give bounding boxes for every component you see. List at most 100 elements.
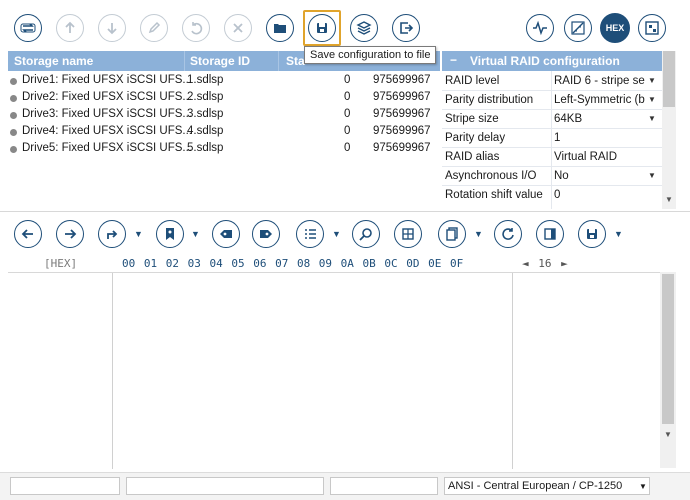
waveform-button[interactable]: [526, 14, 554, 42]
drive-id: 2.sdlsp: [187, 91, 224, 103]
save-tooltip: Save configuration to file: [304, 46, 437, 64]
switch-button[interactable]: [14, 14, 42, 42]
scroll-down-icon[interactable]: ▼: [664, 430, 672, 439]
copy-dropdown-icon[interactable]: ▼: [474, 229, 483, 239]
switch-icon: [20, 23, 36, 33]
save-dropdown-icon[interactable]: ▼: [614, 229, 623, 239]
scroll-down-icon[interactable]: ▼: [665, 195, 673, 204]
arrow-down-icon: [107, 23, 117, 35]
save-data-button[interactable]: [578, 220, 606, 248]
property-parity-delay[interactable]: Parity delay 1: [442, 129, 662, 148]
property-stripe-size[interactable]: Stripe size 64KB ▼: [442, 110, 662, 129]
save-configuration-button[interactable]: [308, 14, 336, 42]
drive-status-icon: [10, 112, 17, 119]
previous-tag-button[interactable]: [212, 220, 240, 248]
bookmark-icon: [166, 228, 174, 240]
property-raid-alias[interactable]: RAID alias Virtual RAID: [442, 148, 662, 167]
table-row[interactable]: Drive3: Fixed UFSX iSCSI UFS... 3.sdlsp …: [8, 107, 440, 124]
raid-config-scrollbar[interactable]: ▼: [662, 51, 676, 209]
go-to-dropdown-icon[interactable]: ▼: [134, 229, 143, 239]
chart-button[interactable]: [564, 14, 592, 42]
list-dropdown-icon[interactable]: ▼: [332, 229, 341, 239]
move-down-button[interactable]: [98, 14, 126, 42]
chart-icon: [571, 21, 585, 35]
property-rotation-shift-value[interactable]: Rotation shift value 0: [442, 186, 662, 205]
drive-status-icon: [10, 129, 17, 136]
split-view-button[interactable]: [536, 220, 564, 248]
hex-column-offsets: 00 01 02 03 04 05 06 07 08 09 0A 0B 0C 0…: [122, 257, 464, 270]
bookmark-button[interactable]: [156, 220, 184, 248]
go-to-button[interactable]: [98, 220, 126, 248]
column-start[interactable]: Sta: [286, 54, 305, 68]
increase-arrow-icon[interactable]: ►: [561, 257, 568, 270]
redirect-arrow-icon: [107, 230, 118, 239]
drive-name: Drive4: Fixed UFSX iSCSI UFS...: [22, 125, 192, 137]
offset-column-divider: [112, 273, 113, 469]
property-asynchronous-io[interactable]: Asynchronous I/O No ▼: [442, 167, 662, 186]
raid-configuration-panel: − Virtual RAID configuration RAID level …: [442, 51, 676, 209]
block-view-button[interactable]: [394, 220, 422, 248]
scrollbar-thumb[interactable]: [662, 274, 674, 424]
dropdown-arrow-icon[interactable]: ▼: [648, 171, 656, 180]
hex-scrollbar[interactable]: ▼: [660, 272, 676, 468]
close-icon: [233, 23, 243, 33]
edit-button[interactable]: [140, 14, 168, 42]
drive-name: Drive5: Fixed UFSX iSCSI UFS...: [22, 142, 192, 154]
move-up-button[interactable]: [56, 14, 84, 42]
raid-config-header: − Virtual RAID configuration: [442, 51, 662, 71]
table-row[interactable]: Drive4: Fixed UFSX iSCSI UFS... 4.sdlsp …: [8, 124, 440, 141]
bookmark-dropdown-icon[interactable]: ▼: [191, 229, 200, 239]
dropdown-arrow-icon[interactable]: ▼: [648, 114, 656, 123]
hex-icon: HEX: [605, 23, 625, 33]
find-button[interactable]: [352, 220, 380, 248]
export-button[interactable]: [392, 14, 420, 42]
layers-icon: [356, 21, 372, 35]
drive-status-icon: [10, 78, 17, 85]
block-grid-icon: [402, 228, 414, 240]
collapse-icon[interactable]: −: [450, 53, 457, 67]
table-row[interactable]: Drive2: Fixed UFSX iSCSI UFS... 2.sdlsp …: [8, 90, 440, 107]
back-button[interactable]: [14, 220, 42, 248]
decrease-arrow-icon[interactable]: ◄: [522, 257, 529, 270]
drive-start: 0: [344, 125, 351, 137]
encoding-select[interactable]: ANSI - Central European / CP-1250 ▼: [444, 477, 650, 495]
next-tag-button[interactable]: [252, 220, 280, 248]
status-field-offset: [10, 477, 120, 495]
grid-view-button[interactable]: [638, 14, 666, 42]
refresh-button[interactable]: [494, 220, 522, 248]
raid-config-title: Virtual RAID configuration: [470, 54, 620, 68]
dropdown-arrow-icon[interactable]: ▼: [648, 95, 656, 104]
remove-button[interactable]: [224, 14, 252, 42]
drive-status-icon: [10, 95, 17, 102]
list-button[interactable]: [296, 220, 324, 248]
drive-size: 975699967: [373, 108, 431, 120]
open-configuration-button[interactable]: [266, 14, 294, 42]
hex-view-button[interactable]: HEX: [600, 13, 630, 43]
scrollbar-thumb[interactable]: [663, 51, 675, 107]
chevron-down-icon[interactable]: ▼: [639, 482, 647, 491]
drive-size: 975699967: [373, 125, 431, 137]
drive-name: Drive3: Fixed UFSX iSCSI UFS...: [22, 108, 192, 120]
property-parity-distribution[interactable]: Parity distribution Left-Symmetric (b ▼: [442, 91, 662, 110]
hex-editor-area[interactable]: [8, 272, 676, 469]
column-storage-name[interactable]: Storage name: [14, 54, 93, 68]
panel-divider[interactable]: [0, 211, 690, 212]
column-storage-id[interactable]: Storage ID: [190, 54, 250, 68]
property-raid-level[interactable]: RAID level RAID 6 - stripe se ▼: [442, 72, 662, 91]
layers-button[interactable]: [350, 14, 378, 42]
status-bar: ANSI - Central European / CP-1250 ▼: [0, 472, 690, 500]
drive-name: Drive1: Fixed UFSX iSCSI UFS...: [22, 74, 192, 86]
save-icon: [317, 23, 327, 33]
bytes-per-row-value: 16: [538, 257, 552, 270]
copy-button[interactable]: [438, 220, 466, 248]
folder-open-icon: [274, 24, 286, 33]
drive-start: 0: [344, 142, 351, 154]
forward-button[interactable]: [56, 220, 84, 248]
drive-status-icon: [10, 146, 17, 153]
dropdown-arrow-icon[interactable]: ▼: [648, 76, 656, 85]
text-column-divider: [512, 273, 513, 469]
table-row[interactable]: Drive1: Fixed UFSX iSCSI UFS... 1.sdlsp …: [8, 73, 440, 90]
undo-button[interactable]: [182, 14, 210, 42]
table-row[interactable]: Drive5: Fixed UFSX iSCSI UFS... 5.sdlsp …: [8, 141, 440, 158]
hex-mode-label: [HEX]: [44, 257, 78, 270]
